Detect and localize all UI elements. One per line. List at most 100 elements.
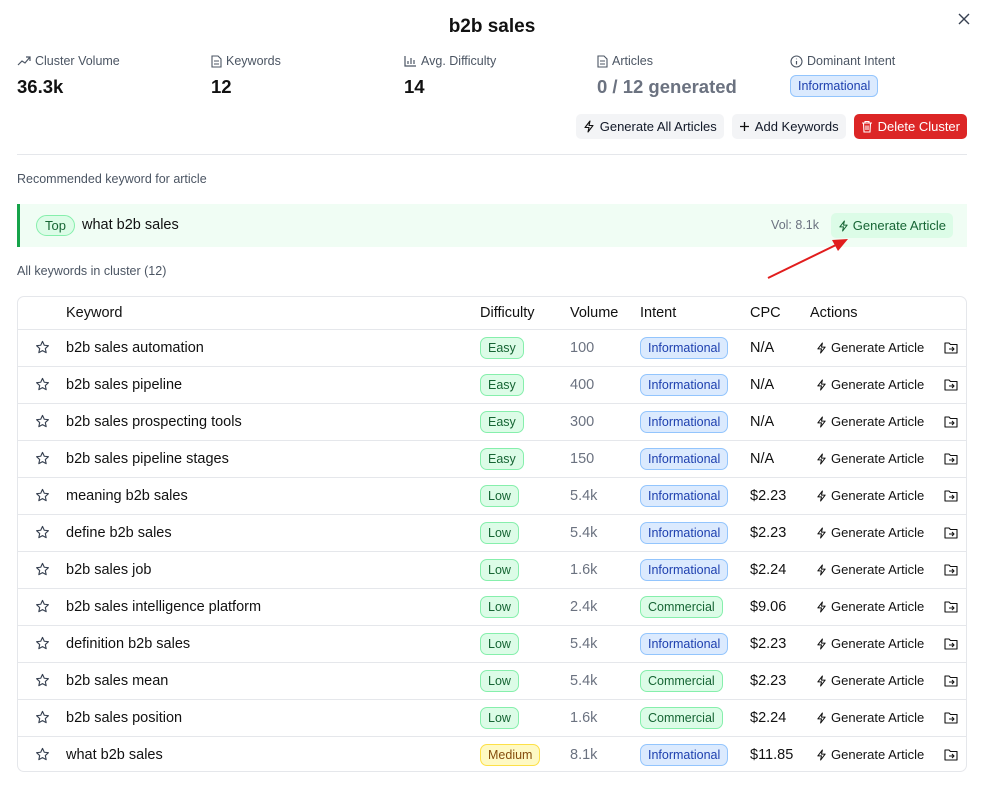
cell-actions: Generate Article: [810, 588, 966, 626]
difficulty-badge: Low: [480, 558, 519, 581]
move-to-folder-icon: [944, 453, 958, 465]
favorite-button[interactable]: [18, 377, 66, 392]
intent-badge: Informational: [640, 632, 729, 655]
generate-article-button[interactable]: Generate Article: [810, 523, 930, 542]
stat-value-cluster-volume: 36.3k: [17, 76, 64, 97]
cell-intent: Commercial: [640, 699, 750, 737]
recommended-keyword: what b2b sales: [82, 217, 179, 233]
generate-article-button[interactable]: Generate Article: [810, 634, 930, 653]
stat-label-intent: Dominant Intent: [807, 54, 896, 68]
move-keyword-button[interactable]: [944, 415, 959, 428]
move-keyword-button[interactable]: [944, 378, 959, 391]
stat-label-cluster-volume: Cluster Volume: [35, 54, 120, 68]
close-button[interactable]: [954, 10, 974, 28]
star-icon: [35, 636, 49, 650]
generate-article-button[interactable]: Generate Article: [810, 671, 930, 690]
top-badge: Top: [36, 215, 75, 236]
header-intent[interactable]: Intent: [640, 297, 750, 330]
difficulty-badge: Low: [480, 595, 519, 618]
cell-difficulty: Easy: [480, 329, 570, 367]
cell-actions: Generate Article: [810, 551, 966, 589]
favorite-button[interactable]: [18, 414, 66, 429]
close-icon: [958, 13, 970, 25]
intent-badge: Informational: [640, 558, 729, 581]
generate-all-articles-button[interactable]: Generate All Articles: [575, 114, 724, 139]
stat-value-articles: 0 / 12 generated: [597, 76, 737, 97]
move-keyword-button[interactable]: [944, 637, 959, 650]
move-to-folder-icon: [944, 638, 958, 650]
add-keywords-label: Add Keywords: [754, 119, 839, 134]
favorite-button[interactable]: [18, 562, 66, 577]
move-to-folder-icon: [944, 749, 958, 761]
header-star: [18, 297, 66, 330]
move-keyword-button[interactable]: [944, 600, 959, 613]
favorite-button[interactable]: [18, 747, 66, 762]
recommended-volume: Vol: 8.1k: [771, 218, 819, 232]
favorite-button[interactable]: [18, 488, 66, 503]
generate-article-button[interactable]: Generate Article: [810, 449, 930, 468]
stat-label-keywords: Keywords: [226, 54, 281, 68]
header-keyword[interactable]: Keyword: [66, 297, 480, 330]
generate-article-button[interactable]: Generate Article: [810, 708, 930, 727]
move-to-folder-icon: [944, 527, 958, 539]
generate-article-button[interactable]: Generate Article: [810, 486, 930, 505]
move-keyword-button[interactable]: [944, 526, 959, 539]
generate-article-button[interactable]: Generate Article: [810, 412, 930, 431]
cell-difficulty: Easy: [480, 366, 570, 404]
generate-article-button[interactable]: Generate Article: [810, 338, 930, 357]
lightning-icon: [817, 378, 826, 391]
header-difficulty[interactable]: Difficulty: [480, 297, 570, 330]
generate-article-button[interactable]: Generate Article: [810, 375, 930, 394]
favorite-button[interactable]: [18, 673, 66, 688]
cell-intent: Informational: [640, 551, 750, 589]
star-icon: [35, 710, 49, 724]
move-keyword-button[interactable]: [944, 748, 959, 761]
generate-article-button[interactable]: Generate Article: [810, 560, 930, 579]
move-keyword-button[interactable]: [944, 563, 959, 576]
move-keyword-button[interactable]: [944, 489, 959, 502]
table-row: definition b2b sales Low 5.4k Informational…: [18, 625, 966, 663]
cell-actions: Generate Article: [810, 625, 966, 663]
lightning-icon: [817, 749, 826, 761]
cell-star: [18, 662, 66, 700]
cell-intent: Commercial: [640, 588, 750, 626]
cell-volume: 5.4k: [570, 514, 640, 552]
move-keyword-button[interactable]: [944, 341, 959, 354]
cell-keyword: meaning b2b sales: [66, 477, 480, 515]
delete-cluster-button[interactable]: Delete Cluster: [853, 114, 967, 139]
move-keyword-button[interactable]: [944, 452, 959, 465]
favorite-button[interactable]: [18, 636, 66, 651]
favorite-button[interactable]: [18, 599, 66, 614]
table-header-row: Keyword Difficulty Volume Intent CPC Act…: [18, 297, 966, 330]
generate-article-button[interactable]: Generate Article: [810, 745, 930, 764]
favorite-button[interactable]: [18, 340, 66, 355]
add-keywords-button[interactable]: Add Keywords: [731, 114, 846, 139]
favorite-button[interactable]: [18, 710, 66, 725]
cell-cpc: N/A: [750, 366, 810, 404]
cell-actions: Generate Article: [810, 440, 966, 478]
move-keyword-button[interactable]: [944, 711, 959, 724]
star-icon: [35, 599, 49, 613]
cell-volume: 300: [570, 403, 640, 441]
cell-keyword: b2b sales position: [66, 699, 480, 737]
cell-difficulty: Low: [480, 699, 570, 737]
cell-star: [18, 366, 66, 404]
cell-keyword: b2b sales mean: [66, 662, 480, 700]
cell-cpc: $2.24: [750, 551, 810, 589]
cell-difficulty: Low: [480, 662, 570, 700]
favorite-button[interactable]: [18, 451, 66, 466]
keywords-table: Keyword Difficulty Volume Intent CPC Act…: [17, 296, 967, 772]
cell-intent: Informational: [640, 736, 750, 771]
move-keyword-button[interactable]: [944, 674, 959, 687]
generate-article-label: Generate Article: [831, 636, 925, 651]
generate-article-button[interactable]: Generate Article: [810, 597, 930, 616]
header-volume[interactable]: Volume: [570, 297, 640, 330]
generate-article-label: Generate Article: [831, 414, 925, 429]
header-cpc[interactable]: CPC: [750, 297, 810, 330]
favorite-button[interactable]: [18, 525, 66, 540]
cell-intent: Informational: [640, 366, 750, 404]
cell-star: [18, 514, 66, 552]
divider: [17, 154, 967, 155]
cell-star: [18, 736, 66, 771]
lightning-icon: [817, 526, 826, 539]
